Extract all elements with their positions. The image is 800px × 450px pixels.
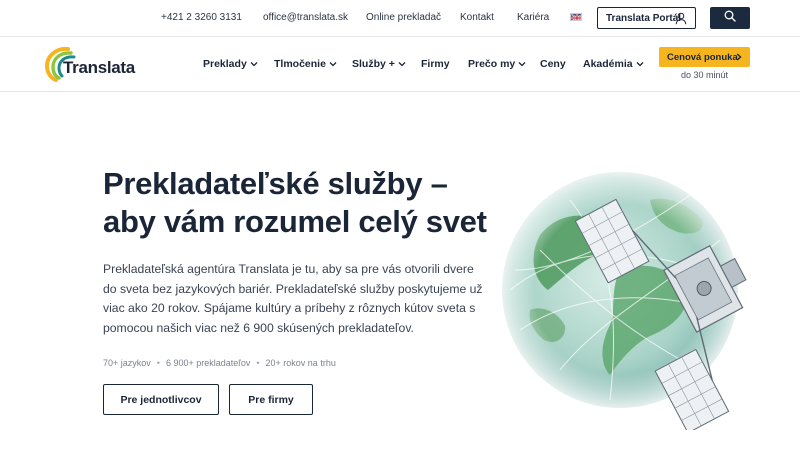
individuals-button-label: Pre jednotlivcov — [120, 393, 202, 406]
nav-label: Firmy — [421, 58, 450, 70]
email-link[interactable]: office@translata.sk — [263, 12, 348, 23]
chevron-down-icon — [250, 62, 258, 67]
portal-button[interactable]: Translata Portál — [597, 7, 696, 29]
companies-button[interactable]: Pre firmy — [229, 384, 313, 415]
nav-label: Ceny — [540, 58, 566, 70]
chevron-down-icon — [636, 62, 644, 67]
hero-title-line2: aby vám rozumel celý svet — [103, 204, 487, 239]
nav-label: Služby + — [352, 58, 395, 70]
phone-link[interactable]: +421 2 3260 3131 — [161, 12, 242, 23]
nav-label: Tlmočenie — [274, 58, 326, 70]
nav-item-preco-my[interactable]: Prečo my — [468, 58, 526, 70]
price-quote-button[interactable]: Cenová ponuka — [659, 47, 750, 67]
individuals-button[interactable]: Pre jednotlivcov — [103, 384, 219, 415]
main-navbar: Translata Preklady Tlmočenie Služby + Fi… — [0, 37, 800, 92]
nav-label: Prečo my — [468, 58, 516, 70]
price-quote-label: Cenová ponuka — [667, 51, 738, 63]
contact-link[interactable]: Kontakt — [460, 12, 494, 23]
nav-item-ceny[interactable]: Ceny — [540, 58, 566, 70]
chevron-down-icon — [398, 62, 406, 67]
nav-item-akademia[interactable]: Akadémia — [583, 58, 644, 70]
nav-item-tlmocenie[interactable]: Tlmočenie — [274, 58, 337, 70]
price-quote-subtext: do 30 minút — [680, 70, 729, 80]
chevron-right-icon — [736, 53, 742, 61]
hero-stats: 70+ jazykov • 6 900+ prekladateľov • 20+… — [103, 358, 336, 368]
search-button[interactable] — [710, 7, 750, 29]
career-link[interactable]: Kariéra — [517, 12, 549, 23]
user-icon — [675, 12, 687, 28]
stat-separator: • — [256, 358, 260, 368]
hero-title-line1: Prekladateľské služby – — [103, 166, 448, 201]
stat-years: 20+ rokov na trhu — [265, 358, 336, 368]
nav-item-firmy[interactable]: Firmy — [421, 58, 450, 70]
hero-title: Prekladateľské služby – aby vám rozumel … — [103, 165, 523, 241]
top-utility-bar: +421 2 3260 3131 office@translata.sk Onl… — [0, 0, 800, 37]
portal-button-label: Translata Portál — [606, 12, 682, 24]
stat-languages: 70+ jazykov — [103, 358, 151, 368]
hero-paragraph: Prekladateľská agentúra Translata je tu,… — [103, 262, 483, 335]
search-icon — [724, 9, 736, 27]
nav-item-sluzby[interactable]: Služby + — [352, 58, 406, 70]
uk-flag-icon[interactable] — [570, 13, 582, 21]
stat-separator: • — [156, 358, 160, 368]
logo-text[interactable]: Translata — [63, 58, 135, 78]
chevron-down-icon — [518, 62, 526, 67]
companies-button-label: Pre firmy — [248, 393, 294, 406]
chevron-down-icon — [329, 62, 337, 67]
stat-translators: 6 900+ prekladateľov — [165, 358, 251, 368]
nav-item-preklady[interactable]: Preklady — [203, 58, 258, 70]
online-translator-link[interactable]: Online prekladač — [366, 12, 441, 23]
globe-satellite-illustration — [498, 168, 747, 430]
nav-label: Preklady — [203, 58, 247, 70]
nav-label: Akadémia — [583, 58, 633, 70]
